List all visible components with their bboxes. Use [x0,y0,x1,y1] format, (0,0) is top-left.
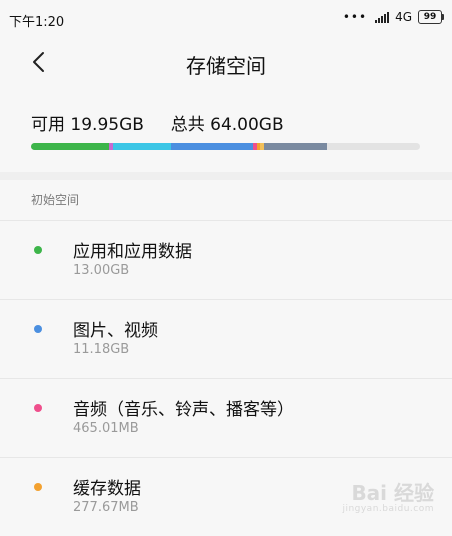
usage-segment-videos [171,143,253,150]
category-size: 465.01MB [73,421,139,436]
usage-segment-other [264,143,327,150]
storage-summary-text: 可用 19.95GB 总共 64.00GB [31,110,284,135]
battery-icon: 99 [418,10,444,24]
section-header: 初始空间 [31,193,80,207]
section-divider [0,172,452,180]
category-size: 277.67MB [73,500,139,515]
category-size: 13.00GB [73,263,130,278]
usage-segment-apps [31,143,109,150]
list-item-images-videos[interactable]: 图片、视频 11.18GB [0,299,452,378]
category-name: 音频（音乐、铃声、播客等） [73,400,294,420]
battery-level: 99 [423,11,437,22]
status-indicators: ••• 4G 99 [342,10,444,24]
network-type: 4G [395,10,412,24]
page-title: 存储空间 [186,54,266,78]
available-label: 可用 [31,115,65,135]
total-value: 64.00GB [210,115,284,135]
watermark-main: Bai 经验 [351,481,434,505]
usage-segment-images [112,143,172,150]
watermark-sub: jingyan.baidu.com [342,504,434,514]
category-dot [34,404,42,412]
notification-dots-icon: ••• [342,10,368,24]
baidu-watermark: Bai 经验 jingyan.baidu.com [342,483,434,514]
list-item-apps[interactable]: 应用和应用数据 13.00GB [0,220,452,299]
status-bar: 下午1:20 ••• 4G 99 [0,0,452,36]
signal-icon [375,11,390,23]
list-item-audio[interactable]: 音频（音乐、铃声、播客等） 465.01MB [0,378,452,457]
total-label: 总共 [170,115,205,135]
category-name: 应用和应用数据 [73,242,192,262]
available-value: 19.95GB [70,115,144,135]
category-dot [34,483,42,491]
storage-usage-bar [31,143,420,150]
category-dot [34,325,42,333]
nav-bar: 存储空间 [0,36,452,88]
category-dot [34,246,42,254]
storage-summary: 可用 19.95GB 总共 64.00GB [0,96,452,168]
category-size: 11.18GB [73,342,130,357]
status-time: 下午1:20 [9,15,65,30]
category-name: 图片、视频 [73,321,158,341]
category-name: 缓存数据 [73,479,141,499]
